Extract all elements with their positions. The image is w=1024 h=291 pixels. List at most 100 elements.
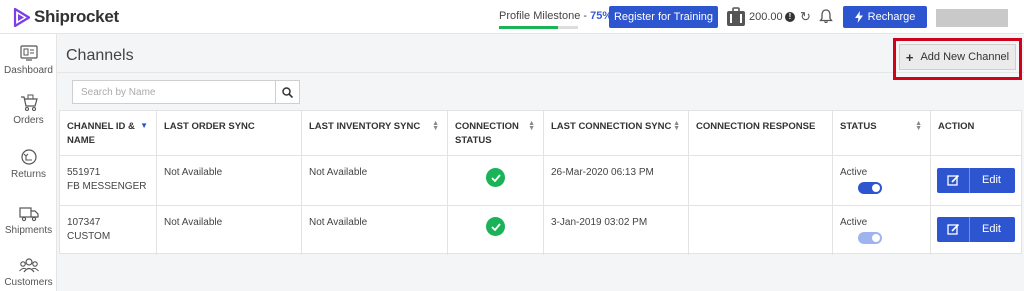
edit-icon xyxy=(947,223,960,235)
column-header-label: ACTION xyxy=(938,121,975,132)
connected-check-icon xyxy=(486,168,505,187)
action-cell: Edit xyxy=(931,156,1021,205)
column-header-label: CHANNEL ID & NAME xyxy=(67,121,135,146)
connection-response-cell xyxy=(689,156,833,205)
edit-icon xyxy=(947,174,960,186)
register-training-button[interactable]: Register for Training xyxy=(609,6,718,28)
top-bar: Shiprocket Profile Milestone - 75% Regis… xyxy=(0,0,1024,34)
column-header-last-connection-sync[interactable]: LAST CONNECTION SYNC ▲ ▼ xyxy=(544,111,689,156)
sidebar-item-orders[interactable]: Orders xyxy=(0,94,57,126)
status-label: Active xyxy=(840,217,868,228)
bell-icon[interactable] xyxy=(819,8,833,24)
column-header-connection-status[interactable]: CONNECTION STATUS ▲ ▼ xyxy=(448,111,544,156)
column-header-channel[interactable]: CHANNEL ID & NAME ▼ xyxy=(60,111,157,156)
status-toggle[interactable] xyxy=(858,182,882,194)
connection-status-cell xyxy=(448,156,544,205)
channel-id: 107347 xyxy=(67,217,101,228)
wallet-balance: 200.00 xyxy=(749,11,783,23)
edit-button[interactable]: Edit xyxy=(937,217,1015,242)
sidebar-item-label: Shipments xyxy=(4,225,53,236)
status-cell: Active xyxy=(833,156,931,205)
profile-milestone[interactable]: Profile Milestone - 75% xyxy=(499,10,612,22)
column-header-label: LAST ORDER SYNC xyxy=(164,121,255,132)
action-cell: Edit xyxy=(931,206,1021,255)
sidebar-item-customers[interactable]: Customers xyxy=(0,256,57,288)
search-icon xyxy=(282,86,293,98)
status-toggle[interactable] xyxy=(858,232,882,244)
last-inventory-sync-cell: Not Available xyxy=(302,156,448,205)
column-header-action: ACTION xyxy=(931,111,1021,156)
channels-table: CHANNEL ID & NAME ▼ LAST ORDER SYNC LAST… xyxy=(59,110,1022,255)
recharge-button[interactable]: Recharge xyxy=(843,6,927,28)
orders-icon xyxy=(20,94,38,112)
wallet-icon[interactable] xyxy=(726,7,746,27)
channel-name: FB MESSENGER xyxy=(67,181,147,192)
column-header-label: CONNECTION RESPONSE xyxy=(696,121,816,132)
edit-button[interactable]: Edit xyxy=(937,168,1015,193)
divider xyxy=(969,168,970,193)
column-header-status[interactable]: STATUS ▲ ▼ xyxy=(833,111,931,156)
column-header-last-inventory-sync[interactable]: LAST INVENTORY SYNC ▲ ▼ xyxy=(302,111,448,156)
sort-icon[interactable]: ▲ ▼ xyxy=(432,120,439,132)
status-label: Active xyxy=(840,167,868,178)
last-inventory-sync-cell: Not Available xyxy=(302,206,448,255)
search-input[interactable] xyxy=(73,81,275,103)
user-account-menu[interactable] xyxy=(936,9,1008,27)
table-row: 107347 CUSTOM Not Available Not Availabl… xyxy=(60,205,1021,255)
channel-name: CUSTOM xyxy=(67,231,111,242)
bolt-icon xyxy=(854,11,863,23)
recharge-label: Recharge xyxy=(867,11,916,23)
brand-name: Shiprocket xyxy=(34,7,119,26)
info-icon[interactable]: ! xyxy=(785,12,795,22)
column-header-label: STATUS xyxy=(840,121,877,132)
table-row: 551971 FB MESSENGER Not Available Not Av… xyxy=(60,155,1021,205)
sidebar-item-dashboard[interactable]: Dashboard xyxy=(0,44,57,76)
dashboard-icon xyxy=(19,45,38,61)
sidebar-item-label: Dashboard xyxy=(4,65,53,76)
connection-response-cell xyxy=(689,206,833,255)
channel-id-name-cell: 107347 CUSTOM xyxy=(60,206,157,255)
refresh-icon[interactable]: ↻ xyxy=(800,9,811,25)
logo[interactable]: Shiprocket xyxy=(13,7,119,27)
edit-label: Edit xyxy=(982,223,1001,235)
sidebar-item-returns[interactable]: Returns xyxy=(0,148,57,180)
sidebar: Dashboard Orders Returns Shipments Custo… xyxy=(0,34,57,291)
connection-status-cell xyxy=(448,206,544,255)
plus-icon: + xyxy=(905,49,914,65)
column-header-label: LAST CONNECTION SYNC xyxy=(551,121,672,132)
status-cell: Active xyxy=(833,206,931,255)
channel-id-name-cell: 551971 FB MESSENGER xyxy=(60,156,157,205)
page-title: Channels xyxy=(66,47,134,64)
milestone-progress-bar xyxy=(499,26,578,29)
shipments-icon xyxy=(18,207,39,222)
sidebar-item-label: Orders xyxy=(13,115,44,126)
last-order-sync-cell: Not Available xyxy=(157,206,302,255)
customers-icon xyxy=(18,258,39,273)
last-connection-sync-cell: 26-Mar-2020 06:13 PM xyxy=(544,156,689,205)
returns-icon xyxy=(20,149,37,165)
add-new-channel-button[interactable]: + Add New Channel xyxy=(899,44,1016,70)
column-header-label: LAST INVENTORY SYNC xyxy=(309,121,421,132)
search-button[interactable] xyxy=(275,81,299,103)
last-order-sync-cell: Not Available xyxy=(157,156,302,205)
sidebar-item-label: Returns xyxy=(10,169,46,180)
divider xyxy=(969,217,970,242)
connected-check-icon xyxy=(486,217,505,236)
sort-icon[interactable]: ▲ ▼ xyxy=(915,120,922,132)
sort-icon[interactable]: ▲ ▼ xyxy=(528,120,535,132)
column-header-last-order-sync: LAST ORDER SYNC xyxy=(157,111,302,156)
channel-id: 551971 xyxy=(67,167,101,178)
sort-desc-icon[interactable]: ▼ xyxy=(140,122,148,130)
sidebar-item-shipments[interactable]: Shipments xyxy=(0,204,57,236)
search-box xyxy=(72,80,300,104)
add-new-channel-label: Add New Channel xyxy=(920,51,1010,63)
column-header-label: CONNECTION STATUS xyxy=(455,121,519,146)
sort-icon[interactable]: ▲ ▼ xyxy=(673,120,680,132)
last-connection-sync-cell: 3-Jan-2019 03:02 PM xyxy=(544,206,689,255)
main-content: Channels + Add New Channel CHANNEL ID & … xyxy=(57,34,1024,291)
milestone-label: Profile Milestone - xyxy=(499,10,591,22)
divider xyxy=(57,72,1024,73)
milestone-progress-fill xyxy=(499,26,559,29)
edit-label: Edit xyxy=(982,174,1001,186)
column-header-connection-response: CONNECTION RESPONSE xyxy=(689,111,833,156)
